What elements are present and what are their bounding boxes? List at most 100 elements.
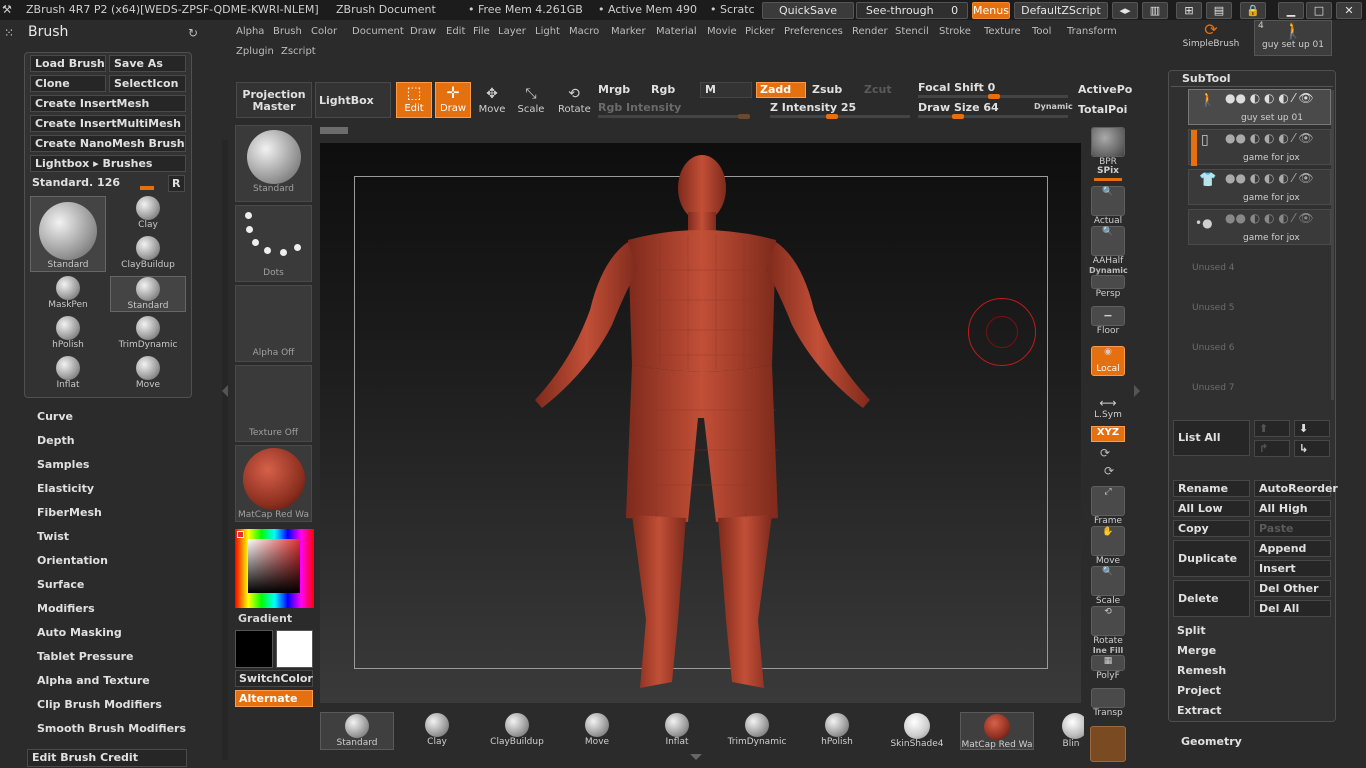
section-orientation[interactable]: Orientation	[37, 554, 108, 567]
switch-color-button[interactable]: SwitchColor	[235, 670, 313, 687]
move-mode-button[interactable]: ✥ Move	[477, 84, 507, 118]
subtool-item-2[interactable]: ▯ ●● ◐ ◐ ◐ ⁄ 👁 game for jox	[1188, 129, 1331, 166]
menu-stroke[interactable]: Stroke	[939, 26, 971, 37]
section-fibermesh[interactable]: FiberMesh	[37, 506, 102, 519]
minimize-icon[interactable]: ▁	[1278, 2, 1304, 19]
draw-size-knob[interactable]	[952, 114, 964, 119]
menu-zscript[interactable]: Zscript	[281, 46, 316, 57]
refresh-icon[interactable]: ↻	[188, 26, 198, 40]
menu-edit[interactable]: Edit	[446, 26, 465, 37]
strip-clay[interactable]: Clay	[400, 712, 474, 750]
save-as-button[interactable]: Save As	[109, 55, 186, 72]
strip-trimdynamic[interactable]: TrimDynamic	[720, 712, 794, 750]
select-icon-button[interactable]: SelectIcon	[109, 75, 186, 92]
visibility-toggles[interactable]: ●● ◐ ◐ ◐ ⁄ 👁	[1225, 91, 1314, 105]
menu-light[interactable]: Light	[535, 26, 560, 37]
brush-standard-small[interactable]: Standard	[110, 276, 186, 312]
visibility-toggles[interactable]: ●● ◐ ◐ ◐ ⁄ 👁	[1225, 171, 1314, 185]
left-scroll-divider[interactable]	[222, 140, 228, 760]
section-curve[interactable]: Curve	[37, 410, 73, 423]
texture-thumb[interactable]: Texture Off	[235, 365, 312, 442]
create-insertmesh-button[interactable]: Create InsertMesh	[30, 95, 186, 112]
zcut-toggle[interactable]: Zcut	[864, 83, 892, 96]
alpha-thumb[interactable]: Alpha Off	[235, 285, 312, 362]
layout-icon[interactable]: ▥	[1142, 2, 1168, 19]
move-down-icon[interactable]: ⬇	[1294, 420, 1330, 437]
brush-trimdynamic[interactable]: TrimDynamic	[110, 316, 186, 352]
dynamic-toggle[interactable]: Dynamic	[1034, 102, 1073, 111]
section-auto-masking[interactable]: Auto Masking	[37, 626, 122, 639]
paste-button[interactable]: Paste	[1254, 520, 1331, 537]
brush-hpolish[interactable]: hPolish	[30, 316, 106, 352]
secondary-color-swatch[interactable]	[235, 630, 273, 668]
menu-stencil[interactable]: Stencil	[895, 26, 929, 37]
menu-render[interactable]: Render	[852, 26, 888, 37]
create-insertmultimesh-button[interactable]: Create InsertMultiMesh	[30, 115, 186, 132]
rotate-mode-button[interactable]: ⟲ Rotate	[558, 84, 591, 118]
rgb-intensity-knob[interactable]	[738, 114, 750, 119]
subtool-item-4[interactable]: •● ●● ◐ ◐ ◐ ⁄ 👁 game for jox	[1188, 209, 1331, 245]
del-all-button[interactable]: Del All	[1254, 600, 1331, 617]
brush-maskpen[interactable]: MaskPen	[30, 276, 106, 312]
section-alpha-texture[interactable]: Alpha and Texture	[37, 674, 150, 687]
section-clip-brush-modifiers[interactable]: Clip Brush Modifiers	[37, 698, 162, 711]
color-picker[interactable]	[235, 529, 314, 608]
brush-palette-title[interactable]: Brush	[28, 24, 68, 40]
spix-slider[interactable]: SPix	[1089, 166, 1127, 181]
xyz-button[interactable]: XYZ	[1089, 426, 1127, 442]
main-color-swatch[interactable]	[276, 630, 313, 668]
section-smooth-brush-modifiers[interactable]: Smooth Brush Modifiers	[37, 722, 186, 735]
visibility-toggles[interactable]: ●● ◐ ◐ ◐ ⁄ 👁	[1225, 131, 1314, 145]
lsym-button[interactable]: ⟷ L.Sym	[1089, 396, 1127, 420]
strip-blinn[interactable]: Blin	[1040, 712, 1084, 750]
aahalf-button[interactable]: 🔍 AAHalf	[1089, 226, 1127, 266]
subtool-item-1[interactable]: 🚶 ●● ◐ ◐ ◐ ⁄ 👁 guy set up 01	[1188, 89, 1331, 125]
menu-zplugin[interactable]: Zplugin	[236, 46, 274, 57]
see-through-slider[interactable]: See-through 0	[856, 2, 968, 19]
brush-clay[interactable]: Clay	[110, 196, 186, 232]
lightbox-brushes-button[interactable]: Lightbox ▸ Brushes	[30, 155, 186, 172]
delete-button[interactable]: Delete	[1173, 580, 1250, 617]
subtool-scrollbar[interactable]	[1331, 90, 1334, 400]
z-intensity-slider[interactable]	[770, 115, 910, 118]
menus-button[interactable]: Menus	[972, 2, 1010, 19]
menu-brush[interactable]: Brush	[273, 26, 302, 37]
menu-layer[interactable]: Layer	[498, 26, 526, 37]
draw-mode-button[interactable]: ✛ Draw	[435, 82, 471, 118]
autoreorder-button[interactable]: AutoReorder	[1254, 480, 1338, 497]
copy-button[interactable]: Copy	[1173, 520, 1250, 537]
clone-button[interactable]: Clone	[30, 75, 106, 92]
simplebrush-tool[interactable]: ⟳ SimpleBrush	[1170, 20, 1252, 56]
alternate-button[interactable]: Alternate	[235, 690, 313, 707]
arrows-icon[interactable]: ◂▸	[1112, 2, 1138, 19]
mrgb-toggle[interactable]: Mrgb	[598, 83, 630, 96]
transp-button[interactable]: Transp	[1089, 688, 1127, 718]
collapse-right-icon[interactable]	[1134, 385, 1140, 397]
visibility-toggles[interactable]: ●● ◐ ◐ ◐ ⁄ 👁	[1225, 211, 1314, 225]
scale-mode-button[interactable]: ⤡ Scale	[516, 84, 546, 118]
rgb-intensity-slider[interactable]	[598, 115, 748, 118]
focal-shift-knob[interactable]	[988, 94, 1000, 99]
append-button[interactable]: Append	[1254, 540, 1331, 557]
persp-button[interactable]: Dynamic Persp	[1089, 266, 1128, 299]
frame-button[interactable]: ⤢ Frame	[1089, 486, 1127, 526]
current-brush-thumb[interactable]: Standard	[235, 125, 312, 202]
ghost-button[interactable]	[1090, 726, 1126, 762]
lock-icon[interactable]: 🔒	[1240, 2, 1266, 19]
menu-file[interactable]: File	[473, 26, 490, 37]
section-depth[interactable]: Depth	[37, 434, 75, 447]
edit-mode-button[interactable]: ⬚ Edit	[396, 82, 432, 118]
strip-skinshade4[interactable]: SkinShade4	[880, 712, 954, 750]
del-other-button[interactable]: Del Other	[1254, 580, 1331, 597]
all-low-button[interactable]: All Low	[1173, 500, 1250, 517]
z-intensity-knob[interactable]	[826, 114, 838, 119]
insert-button[interactable]: Insert	[1254, 560, 1331, 577]
list-all-button[interactable]: List All	[1173, 420, 1250, 456]
palette-grip-icon[interactable]: ⁙	[4, 26, 14, 40]
create-nanomesh-button[interactable]: Create NanoMesh Brush	[30, 135, 186, 152]
floor-button[interactable]: ▁ Floor	[1089, 306, 1127, 336]
menu-color[interactable]: Color	[311, 26, 337, 37]
close-icon[interactable]: ✕	[1336, 2, 1362, 19]
default-zscript-button[interactable]: DefaultZScript	[1014, 2, 1108, 19]
spix-knob[interactable]	[1094, 178, 1122, 181]
